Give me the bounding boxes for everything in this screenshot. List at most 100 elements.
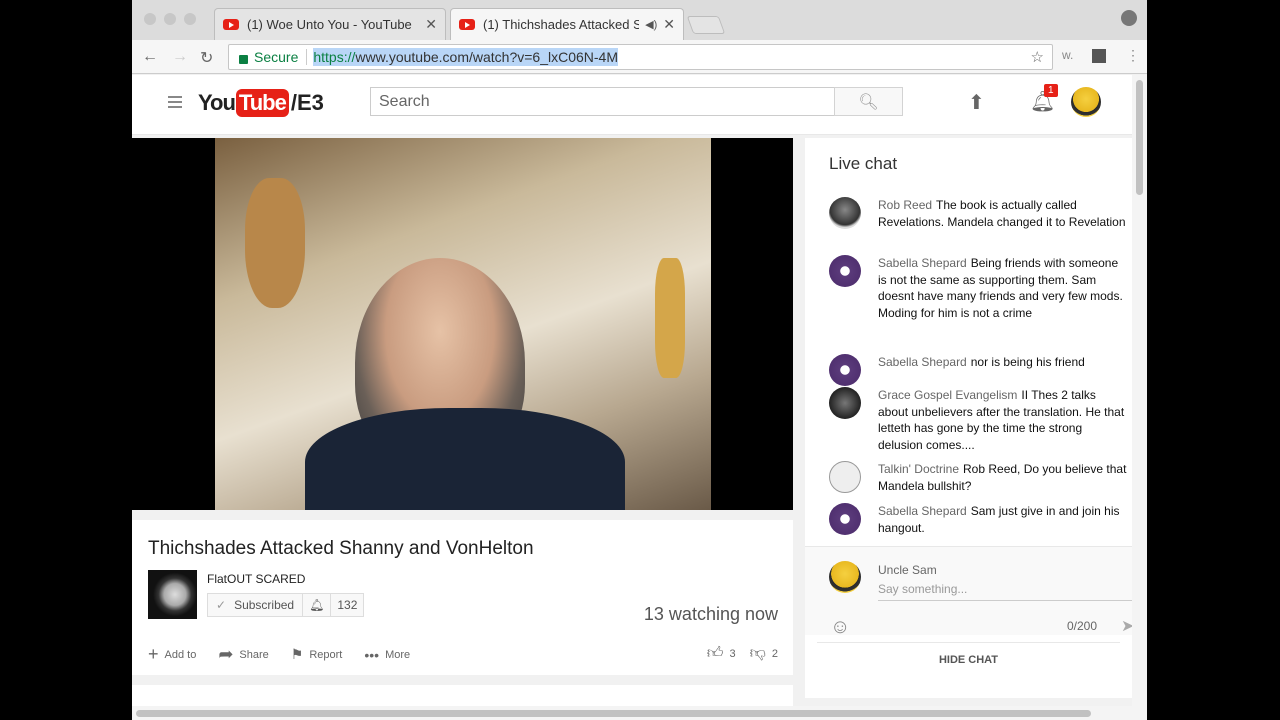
chat-input-area: Uncle Sam Say something... ☺ 0/200 ➤ [805,547,1132,638]
search-input[interactable]: Search [370,87,835,116]
subscribe-button[interactable]: ✓ Subscribed 🔔︎ 132 [207,593,365,617]
report-button[interactable]: ⚑ Report [291,646,343,663]
extension-icon[interactable] [1092,49,1106,63]
chat-author[interactable]: Sabella Shepard [878,355,967,369]
thumbs-down-icon[interactable]: 👎︎ [750,644,766,663]
masthead: You Tube /E3 Search 🔍︎ ⬆ 🔔︎ 1 [132,75,1132,135]
bookmark-star-icon[interactable]: ☆ [1031,48,1044,66]
url-scheme: https:// [313,49,356,65]
chat-message: Sabella Shepard Being friends with someon… [829,255,1129,321]
menu-dots-icon[interactable]: ⋮ [1126,47,1140,64]
live-chat-header: Live chat [829,154,898,173]
chat-avatar[interactable] [829,503,861,535]
tab-woe-unto-you[interactable]: (1) Woe Unto You - YouTube ✕ [214,8,446,40]
address-bar[interactable]: Secure https://www.youtube.com/watch?v=6… [228,44,1053,70]
url-path: www.youtube.com/watch?v=6_lxC06N-4M [355,49,619,65]
video-player[interactable] [132,138,793,510]
scrollbar-thumb[interactable] [1136,80,1143,195]
tab-thichshades[interactable]: (1) Thichshades Attacked S ◀) ✕ [450,8,684,40]
current-user-name: Uncle Sam [878,563,937,577]
omnibox-divider [306,49,308,65]
chat-avatar[interactable] [829,387,861,419]
chat-message: Talkin' Doctrine Rob Reed, Do you believe… [829,461,1129,494]
chat-author[interactable]: Talkin' Doctrine [878,462,959,476]
account-avatar[interactable] [1071,87,1101,117]
video-info: Thichshades Attacked Shanny and VonHelto… [132,520,793,675]
minimize-window-button[interactable] [164,13,176,25]
video-title: Thichshades Attacked Shanny and VonHelto… [148,538,534,559]
subscriber-count: 132 [337,598,358,612]
share-icon: ➦ [218,644,234,664]
horizontal-scrollbar[interactable] [132,706,1132,720]
guide-menu-icon[interactable] [168,96,182,111]
chat-avatar[interactable] [829,354,861,386]
chat-avatar[interactable] [829,255,861,287]
current-user-avatar [829,561,861,593]
send-icon[interactable]: ➤ [1121,616,1132,636]
emoji-icon[interactable]: ☺ [830,616,850,639]
search-button[interactable]: 🔍︎ [834,87,903,116]
logo-tube: Tube [235,89,289,117]
channel-name[interactable]: FlatOUT SCARED [207,572,305,586]
youtube-logo[interactable]: You Tube /E3 [198,89,324,117]
youtube-favicon-icon [223,19,239,30]
profile-icon[interactable] [1121,10,1137,26]
chat-input[interactable]: Say something... [878,582,1132,601]
close-tab-icon[interactable]: ✕ [425,16,437,33]
scrollbar-thumb[interactable] [136,710,1091,717]
forward-arrow-icon[interactable]: → [172,48,188,66]
chat-message: Grace Gospel Evangelism II Thes 2 talks a… [829,387,1129,453]
speaker-icon: ◀) [645,19,658,31]
url-text[interactable]: https://www.youtube.com/watch?v=6_lxC06N… [313,48,619,66]
maximize-window-button[interactable] [184,13,196,25]
logo-suffix: /E3 [290,90,324,115]
char-counter: 0/200 [1067,619,1098,633]
add-to-label: Add to [164,648,197,661]
hide-chat-button[interactable]: HIDE CHAT [805,654,1132,666]
youtube-favicon-icon [459,19,475,30]
video-frame [215,138,711,510]
logo-you: You [198,90,236,115]
chat-author[interactable]: Sabella Shepard [878,504,967,518]
youtube-page: You Tube /E3 Search 🔍︎ ⬆ 🔔︎ 1 Thichshade… [132,75,1132,720]
rating-bar: 👍︎ 3 👎︎ 2 [707,644,778,663]
chat-avatar[interactable] [829,197,861,229]
chat-message: Sabella Shepard Sam just give in and join… [829,503,1129,536]
background-guitar [655,258,685,378]
background-guitar [245,178,305,308]
more-label: More [385,648,411,661]
channel-avatar[interactable] [148,570,197,619]
secure-label: Secure [254,49,299,65]
new-tab-button[interactable] [686,16,726,34]
back-arrow-icon[interactable]: ← [142,48,158,66]
upload-icon[interactable]: ⬆ [968,90,985,115]
plus-icon: + [148,644,159,664]
chat-message: Rob Reed The book is actually called Reve… [829,197,1129,230]
reload-icon[interactable]: ↻ [200,48,213,68]
share-button[interactable]: ➦ Share [218,644,268,665]
chat-author[interactable]: Sabella Shepard [878,256,967,270]
more-button[interactable]: ••• More [364,647,410,663]
add-to-button[interactable]: + Add to [148,644,196,665]
extension-w-icon[interactable]: w. [1062,48,1073,62]
live-chat-panel: Live chat Rob Reed The book is actually c… [805,138,1132,698]
notification-bell-icon[interactable]: 🔔︎ [303,594,332,616]
chat-avatar[interactable] [829,461,861,493]
report-label: Report [309,648,343,661]
hide-chat-divider [817,642,1120,643]
tab-title: (1) Woe Unto You - YouTube [247,17,412,32]
chat-author[interactable]: Rob Reed [878,198,932,212]
close-window-button[interactable] [144,13,156,25]
like-count: 3 [729,647,736,660]
tab-title: (1) Thichshades Attacked S [483,17,640,32]
browser-window: (1) Woe Unto You - YouTube ✕ (1) Thichsh… [132,0,1147,720]
chat-author[interactable]: Grace Gospel Evangelism [878,388,1017,402]
close-tab-icon[interactable]: ✕ [663,16,675,33]
thumbs-up-icon[interactable]: 👍︎ [707,644,724,663]
vertical-scrollbar[interactable] [1132,75,1147,720]
check-icon: ✓ [216,598,227,612]
lock-icon [239,54,248,64]
search-icon: 🔍︎ [858,93,879,111]
video-person-shirt [305,408,625,510]
notification-badge: 1 [1044,84,1058,97]
